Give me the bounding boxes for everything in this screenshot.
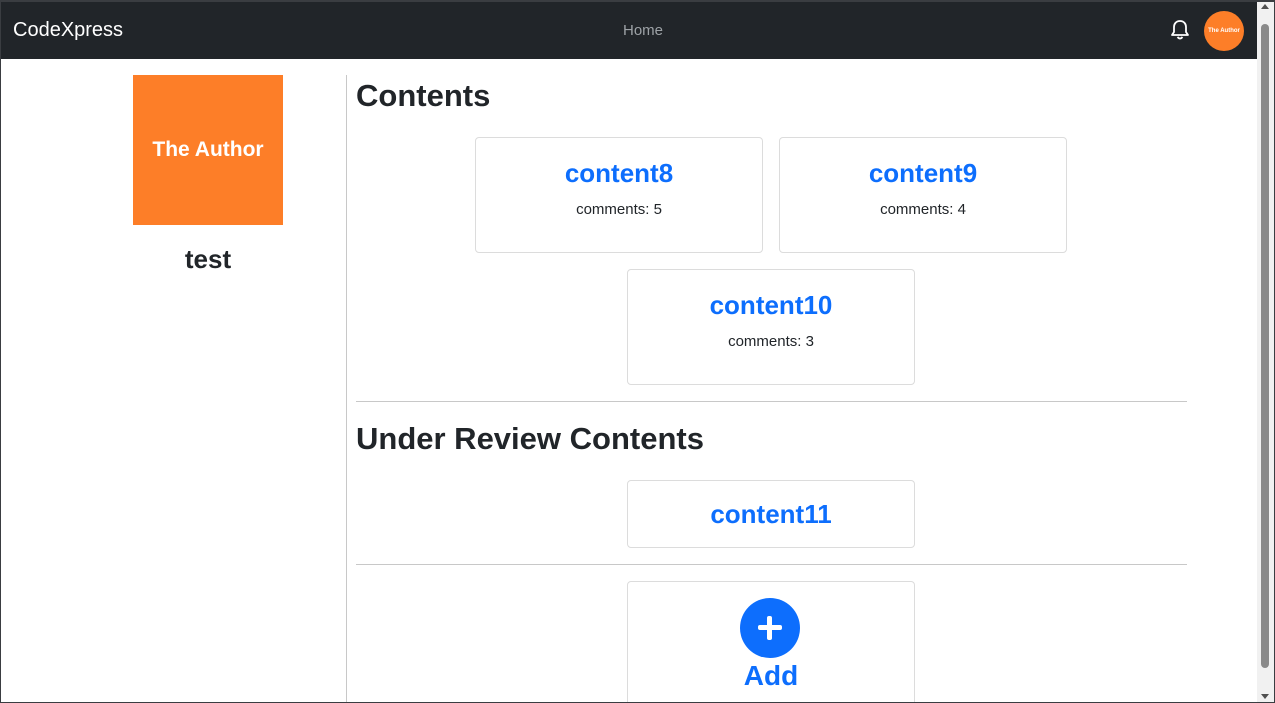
vertical-scrollbar[interactable] — [1257, 2, 1274, 702]
scroll-up-arrow-icon[interactable] — [1261, 4, 1269, 9]
app-window: CodeXpress Home The Author The Author te… — [0, 0, 1275, 703]
author-name: test — [184, 244, 232, 274]
section-divider — [356, 401, 1187, 402]
user-avatar[interactable]: The Author — [1204, 11, 1244, 51]
navbar: CodeXpress Home The Author — [1, 2, 1257, 59]
contents-heading: Contents — [356, 78, 491, 113]
under-review-heading: Under Review Contents — [356, 421, 704, 456]
comments-count: comments: 3 — [728, 333, 814, 350]
content-card[interactable]: content8 comments: 5 — [475, 137, 763, 253]
add-label[interactable]: Add — [628, 660, 914, 692]
nav-home-link[interactable]: Home — [623, 22, 663, 39]
scrollbar-thumb[interactable] — [1261, 24, 1269, 668]
under-review-card[interactable]: content11 — [627, 480, 915, 548]
author-profile-picture: The Author — [133, 75, 283, 225]
section-divider — [356, 564, 1187, 565]
add-content-card[interactable]: Add — [627, 581, 915, 702]
content-title-link[interactable]: content11 — [628, 499, 914, 530]
content-title-link[interactable]: content8 — [476, 158, 762, 189]
plus-icon[interactable] — [740, 598, 800, 658]
scroll-down-arrow-icon[interactable] — [1261, 694, 1269, 699]
bell-icon[interactable] — [1170, 19, 1190, 41]
comments-count: comments: 5 — [576, 201, 662, 218]
content-title-link[interactable]: content10 — [628, 290, 914, 321]
content-title-link[interactable]: content9 — [780, 158, 1066, 189]
profile-picture-text: The Author — [152, 138, 264, 161]
vertical-divider — [346, 75, 347, 702]
comments-count: comments: 4 — [880, 201, 966, 218]
content-card[interactable]: content10 comments: 3 — [627, 269, 915, 385]
brand-link[interactable]: CodeXpress — [13, 19, 123, 42]
avatar-text: The Author — [1208, 28, 1240, 34]
content-card[interactable]: content9 comments: 4 — [779, 137, 1067, 253]
